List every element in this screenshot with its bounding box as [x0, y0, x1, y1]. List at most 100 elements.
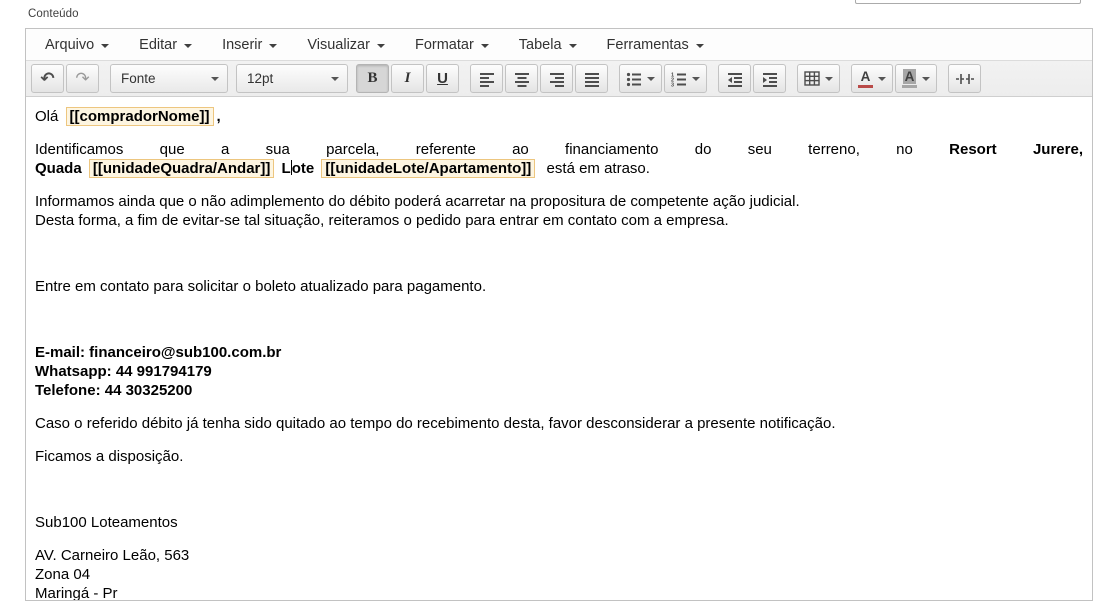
menu-item-label: Inserir [222, 37, 262, 53]
text-run: está em atraso. [538, 160, 650, 177]
menu-item-ferramentas[interactable]: Ferramentas [592, 29, 719, 60]
text-run: Entre em contato para solicitar o boleto… [35, 278, 486, 295]
chevron-down-icon [269, 44, 277, 48]
text-run: Caso o referido débito já tenha sido qui… [35, 415, 836, 432]
pagebreak-group [948, 64, 983, 93]
merge-field-token[interactable]: [[unidadeQuadra/Andar]] [89, 159, 275, 178]
redo-button[interactable]: ↷ [66, 64, 99, 93]
menu-item-label: Tabela [519, 37, 562, 53]
text-run: Ficamos a disposição. [35, 448, 183, 465]
bold-icon: B [367, 70, 377, 87]
text-run: Informamos ainda que o não adimplemento … [35, 193, 800, 210]
align-center-icon [514, 71, 530, 87]
menu-item-visualizar[interactable]: Visualizar [292, 29, 400, 60]
list-group: 123 [619, 64, 709, 93]
text-color-icon: A [858, 69, 873, 88]
menu-item-label: Arquivo [45, 37, 94, 53]
history-group: ↶ ↷ [31, 64, 101, 93]
font-family-select[interactable]: Fonte [110, 64, 228, 93]
justify-icon [584, 71, 600, 87]
chevron-down-icon [481, 44, 489, 48]
empty-paragraph [35, 244, 1083, 263]
menu-item-editar[interactable]: Editar [124, 29, 207, 60]
toolbar: ↶ ↷ Fonte 12pt B I U [26, 60, 1092, 97]
undo-button[interactable]: ↶ [31, 64, 64, 93]
merge-field-token[interactable]: [[compradorNome]] [66, 107, 214, 126]
bullet-list-button[interactable] [619, 64, 662, 93]
page-break-icon [956, 71, 974, 87]
align-center-button[interactable] [505, 64, 538, 93]
menu-item-label: Ferramentas [607, 37, 689, 53]
justify-button[interactable] [575, 64, 608, 93]
font-size-value: 12pt [247, 71, 273, 86]
rich-text-editor: Arquivo Editar Inserir Visualizar Formatar Ta… [25, 28, 1093, 601]
numbered-list-button[interactable]: 123 [664, 64, 707, 93]
text-run: E-mail: financeiro@sub100.com.br [35, 344, 281, 361]
text-run: Resort Jurere, [949, 141, 1083, 158]
underline-button[interactable]: U [426, 64, 459, 93]
background-color-button[interactable]: A [895, 64, 937, 93]
menu-bar: Arquivo Editar Inserir Visualizar Formatar Ta… [26, 29, 1092, 60]
align-left-button[interactable] [470, 64, 503, 93]
align-right-button[interactable] [540, 64, 573, 93]
indent-button[interactable] [753, 64, 786, 93]
menu-item-tabela[interactable]: Tabela [504, 29, 592, 60]
paragraph: Caso o referido débito já tenha sido qui… [35, 414, 1083, 433]
paragraph: Olá [[compradorNome]], [35, 107, 1083, 126]
paragraph: Informamos ainda que o não adimplemento … [35, 192, 1083, 230]
text-run: Sub100 Loteamentos [35, 514, 178, 531]
text-run: Zona 04 [35, 566, 90, 583]
bold-button[interactable]: B [356, 64, 389, 93]
italic-icon: I [405, 70, 411, 87]
chevron-down-icon [696, 44, 704, 48]
menu-item-inserir[interactable]: Inserir [207, 29, 292, 60]
paragraph: E-mail: financeiro@sub100.com.brWhatsapp… [35, 343, 1083, 400]
menu-item-label: Visualizar [307, 37, 370, 53]
paragraph: Ficamos a disposição. [35, 447, 1083, 466]
svg-text:3: 3 [671, 82, 674, 87]
chevron-down-icon [101, 44, 109, 48]
paragraph: Sub100 Loteamentos [35, 513, 1083, 532]
empty-paragraph [35, 480, 1083, 499]
chevron-down-icon [878, 77, 886, 81]
indent-group [718, 64, 788, 93]
indent-icon [762, 71, 778, 87]
table-icon [804, 71, 820, 86]
italic-button[interactable]: I [391, 64, 424, 93]
page: Conteúdo Arquivo Editar Inserir Visualizar F… [0, 0, 1096, 602]
chevron-down-icon [825, 77, 833, 81]
numbered-list-icon: 123 [671, 71, 687, 87]
text-run: AV. Carneiro Leão, 563 [35, 547, 189, 564]
chevron-down-icon [647, 77, 655, 81]
page-break-button[interactable] [948, 64, 981, 93]
chevron-down-icon [922, 77, 930, 81]
merge-field-token[interactable]: [[unidadeLote/Apartamento]] [321, 159, 535, 178]
chevron-down-icon [569, 44, 577, 48]
font-size-select[interactable]: 12pt [236, 64, 348, 93]
chevron-down-icon [331, 77, 339, 81]
undo-icon: ↶ [40, 70, 54, 87]
alignment-group [470, 64, 610, 93]
form-text-input-cutoff[interactable] [855, 0, 1081, 4]
menu-item-formatar[interactable]: Formatar [400, 29, 504, 60]
editor-content[interactable]: Olá [[compradorNome]],Identificamos que … [26, 97, 1092, 600]
paragraph: Entre em contato para solicitar o boleto… [35, 277, 1083, 296]
menu-item-arquivo[interactable]: Arquivo [30, 29, 124, 60]
outdent-button[interactable] [718, 64, 751, 93]
align-right-icon [549, 71, 565, 87]
text-run: ote [292, 160, 319, 177]
menu-item-label: Editar [139, 37, 177, 53]
font-family-value: Fonte [121, 71, 156, 86]
chevron-down-icon [377, 44, 385, 48]
text-color-button[interactable]: A [851, 64, 893, 93]
table-button[interactable] [797, 64, 840, 93]
text-style-group: B I U [356, 64, 461, 93]
paragraph: AV. Carneiro Leão, 563 Zona 04 Maringá - P… [35, 546, 1083, 600]
text-run: Quada [35, 160, 86, 177]
chevron-down-icon [184, 44, 192, 48]
background-color-icon: A [902, 69, 917, 88]
color-group: A A [851, 64, 939, 93]
text-run: Maringá - Pr [35, 585, 118, 600]
content-field-label: Conteúdo [28, 8, 79, 20]
text-run: Desta forma, a fim de evitar-se tal situ… [35, 212, 729, 229]
